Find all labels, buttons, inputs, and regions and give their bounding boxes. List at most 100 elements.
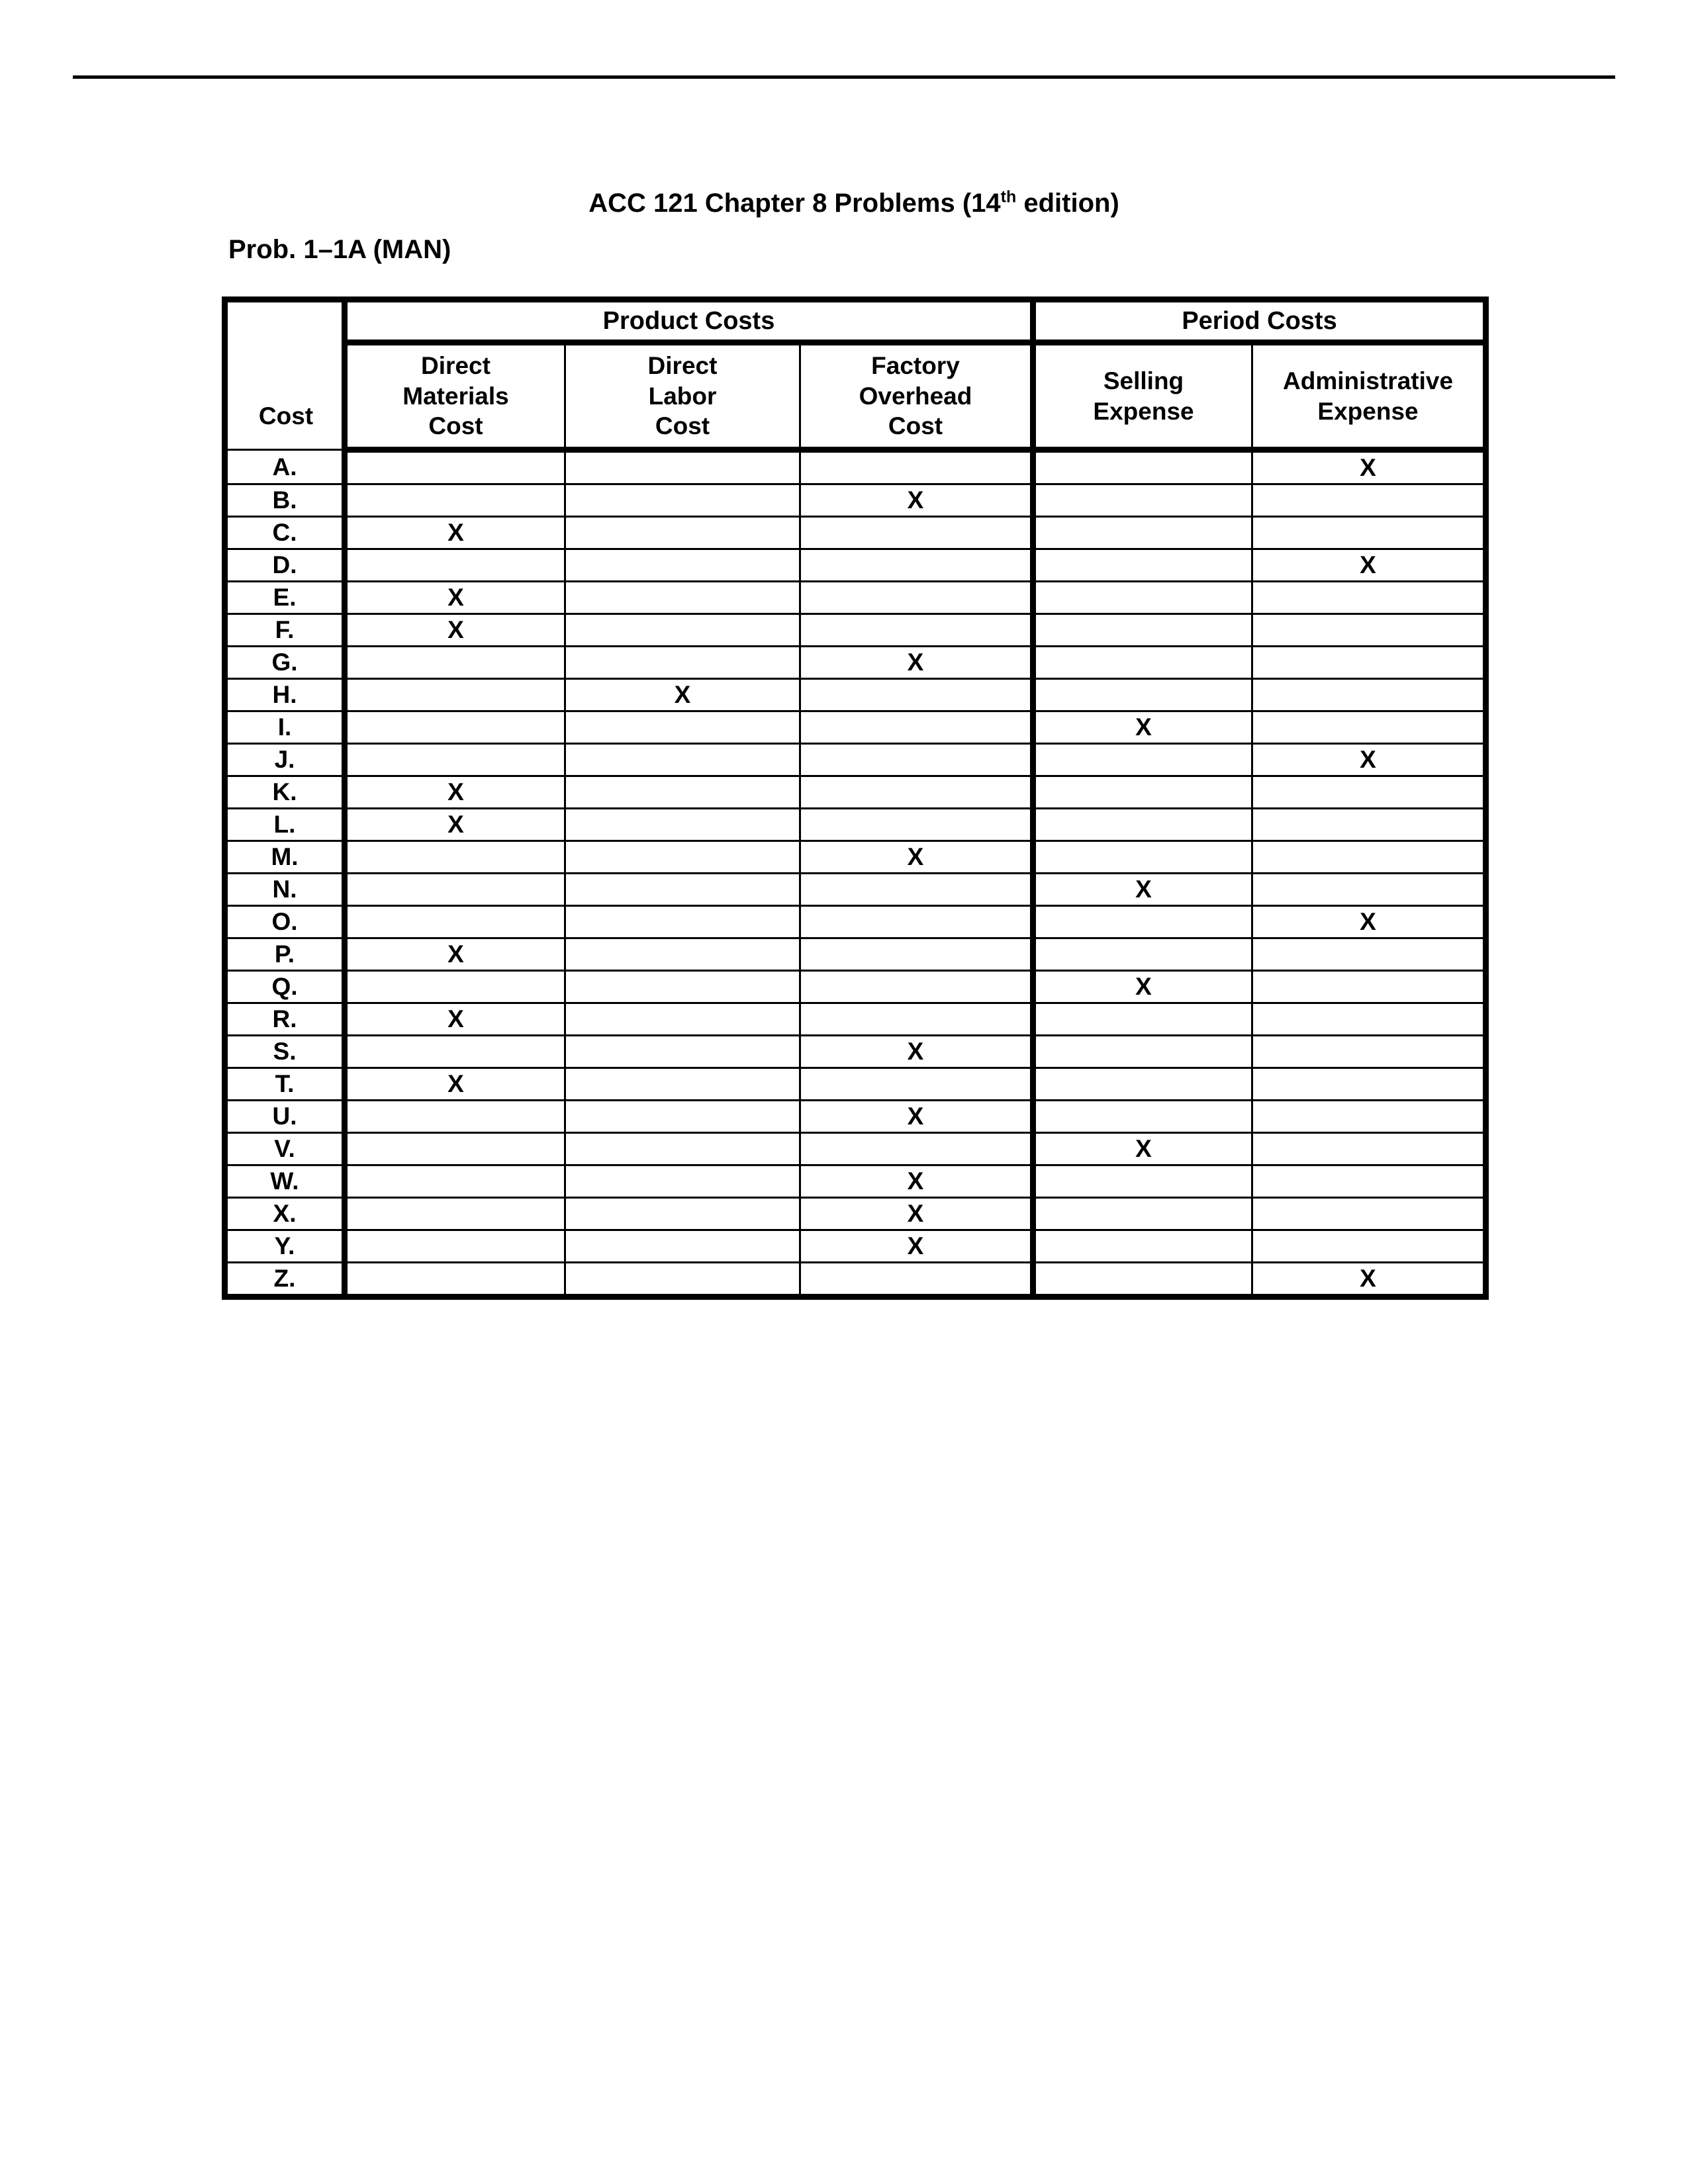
cell-cost-label: P. xyxy=(224,937,348,972)
table-row: B. X xyxy=(224,483,1487,518)
header-line-1: Factory xyxy=(871,351,960,379)
table-row: Q. X xyxy=(224,970,1487,1004)
cell-direct-materials xyxy=(344,1261,566,1297)
header-cell-product-costs: Product Costs xyxy=(343,298,1037,345)
cell-factory-overhead xyxy=(798,678,1037,712)
cell-cost-label: W. xyxy=(224,1164,348,1199)
cell-cost-label: A. xyxy=(224,449,348,485)
table-group-header-row: Product Costs Period Costs xyxy=(224,298,1487,450)
cell-direct-labor xyxy=(564,807,801,842)
cell-direct-labor xyxy=(564,872,801,907)
header-cell-direct-materials: Direct Materials Cost xyxy=(344,341,566,453)
table-row: N. X xyxy=(224,872,1487,907)
cell-direct-labor xyxy=(564,1067,801,1101)
cell-direct-labor xyxy=(564,937,801,972)
cell-selling-expense xyxy=(1032,1164,1254,1199)
cell-administrative-expense xyxy=(1251,1002,1487,1036)
cell-cost-label: Y. xyxy=(224,1229,348,1263)
cell-direct-materials: X xyxy=(344,1067,566,1101)
cell-administrative-expense xyxy=(1251,580,1487,615)
cell-administrative-expense xyxy=(1251,970,1487,1004)
cell-direct-labor xyxy=(564,1229,801,1263)
header-cell-direct-labor: Direct Labor Cost xyxy=(564,341,801,453)
cell-administrative-expense: X xyxy=(1251,449,1487,485)
table-row: R. X xyxy=(224,1002,1487,1036)
cell-direct-materials: X xyxy=(344,516,566,550)
cell-selling-expense xyxy=(1032,1099,1254,1134)
cell-cost-label: D. xyxy=(224,548,348,582)
cell-factory-overhead xyxy=(798,516,1037,550)
cell-selling-expense xyxy=(1032,1002,1254,1036)
header-line-3: Cost xyxy=(655,412,710,440)
cell-administrative-expense xyxy=(1251,1034,1487,1069)
cell-direct-labor xyxy=(564,613,801,647)
cell-factory-overhead xyxy=(798,710,1037,745)
cell-selling-expense xyxy=(1032,840,1254,874)
cell-selling-expense: X xyxy=(1032,710,1254,745)
cell-selling-expense xyxy=(1032,1034,1254,1069)
cell-selling-expense xyxy=(1032,743,1254,777)
cell-selling-expense: X xyxy=(1032,872,1254,907)
header-cell-selling-expense: Selling Expense xyxy=(1032,341,1254,453)
cell-factory-overhead: X xyxy=(798,1034,1037,1069)
cell-factory-overhead xyxy=(798,743,1037,777)
cell-cost-label: X. xyxy=(224,1197,348,1231)
page-title-superscript: th xyxy=(1000,187,1017,206)
cell-direct-materials xyxy=(344,1034,566,1069)
cell-factory-overhead xyxy=(798,1132,1037,1166)
cell-direct-labor xyxy=(564,1002,801,1036)
cell-direct-materials xyxy=(344,449,566,485)
cell-direct-materials xyxy=(344,678,566,712)
header-line-1: Administrative xyxy=(1283,367,1454,394)
table-row: M. X xyxy=(224,840,1487,874)
cell-selling-expense xyxy=(1032,483,1254,518)
table-row: T. X xyxy=(224,1067,1487,1101)
cell-cost-label: F. xyxy=(224,613,348,647)
table-row: I. X xyxy=(224,710,1487,745)
cell-selling-expense xyxy=(1032,775,1254,809)
cell-factory-overhead xyxy=(798,937,1037,972)
table-head: Product Costs Period Costs Direct Materi… xyxy=(224,298,1487,453)
table-row: J. X xyxy=(224,743,1487,777)
cell-direct-labor xyxy=(564,516,801,550)
table-row: C. X xyxy=(224,516,1487,550)
cell-direct-materials xyxy=(344,483,566,518)
cell-direct-labor xyxy=(564,580,801,615)
cell-selling-expense xyxy=(1032,937,1254,972)
cell-factory-overhead xyxy=(798,1261,1037,1297)
cell-direct-materials: X xyxy=(344,937,566,972)
header-line-1: Selling xyxy=(1103,367,1184,394)
table-row: U. X xyxy=(224,1099,1487,1134)
cell-direct-labor xyxy=(564,1261,801,1297)
cell-direct-labor xyxy=(564,548,801,582)
cell-direct-labor xyxy=(564,645,801,680)
cell-direct-materials xyxy=(344,840,566,874)
cell-administrative-expense: X xyxy=(1251,743,1487,777)
cell-direct-labor xyxy=(564,1034,801,1069)
cell-factory-overhead xyxy=(798,872,1037,907)
cell-direct-materials xyxy=(344,905,566,939)
cell-cost-label: R. xyxy=(224,1002,348,1036)
page-title-prefix: ACC 121 Chapter 8 Problems (14 xyxy=(588,189,1001,218)
table-row: A. X xyxy=(224,449,1487,485)
cell-direct-materials xyxy=(344,872,566,907)
cell-direct-materials xyxy=(344,1197,566,1231)
cell-cost-label: E. xyxy=(224,580,348,615)
header-line-2: Expense xyxy=(1317,397,1419,425)
cell-cost-label: U. xyxy=(224,1099,348,1134)
cell-administrative-expense xyxy=(1251,645,1487,680)
table-row: F. X xyxy=(224,613,1487,647)
table-row: G. X xyxy=(224,645,1487,680)
cell-direct-materials: X xyxy=(344,613,566,647)
cell-administrative-expense xyxy=(1251,483,1487,518)
cell-selling-expense xyxy=(1032,905,1254,939)
table-row: O. X xyxy=(224,905,1487,939)
header-cell-administrative-expense: Administrative Expense xyxy=(1251,341,1487,453)
cell-factory-overhead xyxy=(798,970,1037,1004)
cost-classification-table: Product Costs Period Costs Direct Materi… xyxy=(222,296,1489,1300)
cell-administrative-expense xyxy=(1251,872,1487,907)
cell-cost-label: C. xyxy=(224,516,348,550)
cell-direct-labor xyxy=(564,710,801,745)
table-column-header-row: Direct Materials Cost Direct Labor Cost … xyxy=(225,341,1487,453)
cell-direct-labor xyxy=(564,905,801,939)
